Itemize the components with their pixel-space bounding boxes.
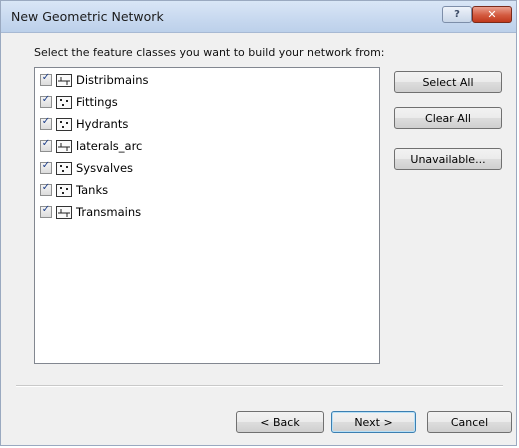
check-icon: ✓ — [41, 182, 51, 193]
cancel-button[interactable]: Cancel — [427, 411, 512, 433]
checkbox-laterals-arc[interactable]: ✓ — [40, 138, 52, 152]
new-geometric-network-dialog: New Geometric Network ? ✕ Select the fea… — [0, 0, 517, 446]
checkbox-sysvalves[interactable]: ✓ — [40, 160, 52, 174]
help-icon: ? — [454, 9, 460, 20]
item-label: Tanks — [76, 183, 109, 197]
point-feature-class-icon — [56, 117, 72, 131]
checkbox-hydrants[interactable]: ✓ — [40, 116, 52, 130]
checkbox-fittings[interactable]: ✓ — [40, 94, 52, 108]
checkbox-tanks[interactable]: ✓ — [40, 182, 52, 196]
item-label: Sysvalves — [76, 161, 134, 175]
list-item-laterals-arc[interactable]: ✓ laterals_arc — [40, 137, 142, 155]
unavailable-button[interactable]: Unavailable... — [394, 148, 502, 170]
list-item-transmains[interactable]: ✓ Transmains — [40, 203, 141, 221]
close-icon: ✕ — [487, 8, 497, 21]
list-item-fittings[interactable]: ✓ Fittings — [40, 93, 118, 111]
line-feature-class-icon — [56, 205, 72, 219]
item-label: Fittings — [76, 95, 118, 109]
help-button[interactable]: ? — [442, 6, 472, 23]
line-feature-class-icon — [56, 73, 72, 87]
point-feature-class-icon — [56, 183, 72, 197]
check-icon: ✓ — [41, 160, 51, 171]
list-item-sysvalves[interactable]: ✓ Sysvalves — [40, 159, 133, 177]
instruction-text: Select the feature classes you want to b… — [34, 46, 385, 59]
check-icon: ✓ — [41, 94, 51, 105]
next-button[interactable]: Next > — [331, 411, 416, 433]
item-label: Transmains — [76, 205, 142, 219]
check-icon: ✓ — [41, 204, 51, 215]
list-item-distribmains[interactable]: ✓ Distribmains — [40, 71, 149, 89]
check-icon: ✓ — [41, 138, 51, 149]
dialog-title: New Geometric Network — [11, 9, 164, 24]
item-label: Distribmains — [76, 73, 149, 87]
feature-class-list[interactable]: ✓ Distribmains ✓ Fittings ✓ Hydrants ✓ l… — [34, 67, 380, 364]
select-all-button[interactable]: Select All — [394, 71, 502, 93]
point-feature-class-icon — [56, 161, 72, 175]
line-feature-class-icon — [56, 139, 72, 153]
check-icon: ✓ — [41, 116, 51, 127]
item-label: Hydrants — [76, 117, 129, 131]
item-label: laterals_arc — [76, 139, 143, 153]
footer-divider — [16, 385, 503, 387]
list-item-tanks[interactable]: ✓ Tanks — [40, 181, 108, 199]
list-item-hydrants[interactable]: ✓ Hydrants — [40, 115, 128, 133]
close-button[interactable]: ✕ — [472, 6, 512, 23]
checkbox-transmains[interactable]: ✓ — [40, 204, 52, 218]
title-bar[interactable]: New Geometric Network ? ✕ — [1, 1, 516, 33]
clear-all-button[interactable]: Clear All — [394, 107, 502, 129]
back-button[interactable]: < Back — [236, 411, 324, 433]
point-feature-class-icon — [56, 95, 72, 109]
checkbox-distribmains[interactable]: ✓ — [40, 72, 52, 86]
check-icon: ✓ — [41, 72, 51, 83]
